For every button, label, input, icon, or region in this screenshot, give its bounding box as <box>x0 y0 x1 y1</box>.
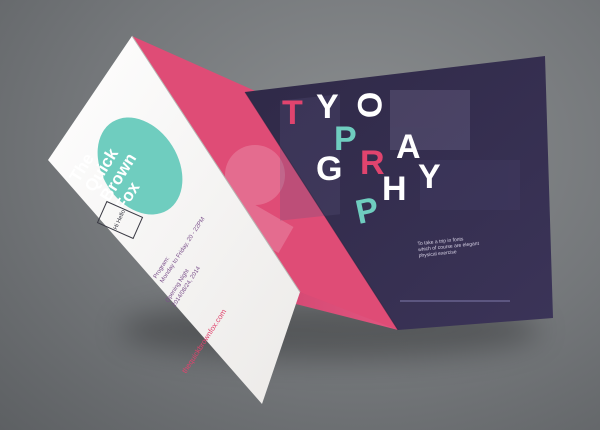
poster-letter: O <box>350 91 389 119</box>
poster-letter: Y <box>418 158 441 196</box>
poster-letter: G <box>316 150 343 188</box>
poster-letter: A <box>396 128 421 166</box>
poster-footer-rule <box>400 300 510 302</box>
brochure-mockup <box>48 35 553 404</box>
poster-letter: R <box>360 144 385 182</box>
poster-letter: H <box>382 170 407 208</box>
poster-letter: T <box>282 94 303 132</box>
poster-letter: Y <box>316 88 339 126</box>
